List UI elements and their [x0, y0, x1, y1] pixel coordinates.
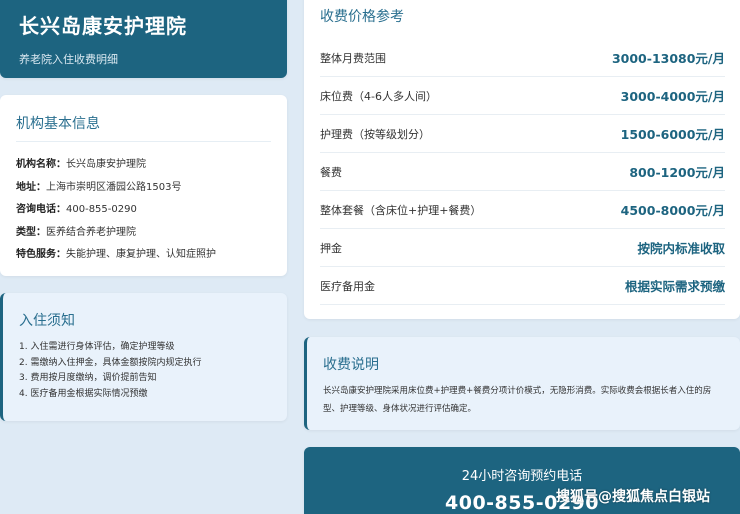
list-item: 1. 入住需进行身体评估，确定护理等级 [19, 342, 175, 352]
fee-value: 4500-8000元/月 [620, 203, 725, 218]
page-title: 长兴岛康安护理院 [19, 14, 187, 38]
info-row-type: 类型：医养结合养老护理院 [16, 222, 271, 245]
fee-value: 3000-13080元/月 [611, 51, 725, 66]
info-key: 机构名称： [16, 159, 66, 170]
fee-reference-card: 收费价格参考 整体月费范围 3000-13080元/月 床位费（4-6人多人间） 3… [304, 0, 740, 319]
info-value: 上海市崇明区潘园公路1503号 [46, 181, 182, 193]
fee-label: 整体套餐（含床位+护理+餐费） [320, 203, 482, 217]
info-key: 特色服务： [16, 249, 66, 260]
fee-label: 医疗备用金 [320, 279, 375, 293]
phone-title: 24小时咨询预约电话 [461, 469, 583, 484]
fee-row: 床位费（4-6人多人间） 3000-4000元/月 [320, 77, 725, 115]
fee-value: 3000-4000元/月 [620, 89, 725, 104]
info-value: 医养结合养老护理院 [46, 226, 136, 238]
info-row-name: 机构名称：长兴岛康安护理院 [16, 154, 271, 177]
page-subtitle: 养老院入住收费明细 [19, 53, 118, 66]
fee-value: 1500-6000元/月 [620, 127, 725, 142]
basic-info-title: 机构基本信息 [16, 113, 271, 142]
fee-row: 整体套餐（含床位+护理+餐费） 4500-8000元/月 [320, 191, 725, 229]
fee-table: 整体月费范围 3000-13080元/月 床位费（4-6人多人间） 3000-400… [320, 39, 725, 305]
fee-label: 整体月费范围 [320, 51, 386, 65]
info-value: 失能护理、康复护理、认知症照护 [66, 249, 216, 260]
fee-row: 押金 按院内标准收取 [320, 229, 725, 267]
info-key: 类型： [16, 226, 46, 238]
admission-notice-list: 1. 入住需进行身体评估，确定护理等级 2. 需缴纳入住押金，具体金额按院内规定… [19, 340, 271, 402]
list-item: 4. 医疗备用金根据实际情况预缴 [19, 388, 148, 399]
fee-note-text: 长兴岛康安护理院采用床位费+护理费+餐费分项计价模式，无隐形消费。实际收费会根据… [323, 386, 712, 414]
fee-row: 医疗备用金 根据实际需求预缴 [320, 267, 725, 305]
fee-label: 押金 [320, 241, 342, 255]
info-key: 地址： [16, 181, 46, 193]
fee-row: 餐费 800-1200元/月 [320, 153, 725, 191]
fee-value: 按院内标准收取 [637, 241, 725, 256]
fee-value: 根据实际需求预缴 [624, 279, 725, 294]
fee-note-title: 收费说明 [323, 357, 379, 373]
admission-notice-title: 入住须知 [19, 313, 75, 329]
list-item: 3. 费用按月度缴纳，调价提前告知 [19, 373, 157, 383]
watermark: 搜狐号@搜狐焦点白银站 [556, 489, 710, 505]
info-row-address: 地址：上海市崇明区潘园公路1503号 [16, 177, 271, 200]
info-value: 400-855-0290 [66, 204, 137, 215]
fee-row: 整体月费范围 3000-13080元/月 [320, 39, 725, 77]
fee-row: 护理费（按等级划分） 1500-6000元/月 [320, 115, 725, 153]
fee-label: 餐费 [320, 165, 342, 179]
info-value: 长兴岛康安护理院 [66, 159, 146, 170]
fee-label: 床位费（4-6人多人间） [320, 89, 437, 103]
admission-notice-card: 入住须知 1. 入住需进行身体评估，确定护理等级 2. 需缴纳入住押金，具体金额… [0, 293, 287, 421]
info-row-phone: 咨询电话：400-855-0290 [16, 199, 271, 222]
fee-note-card: 收费说明 长兴岛康安护理院采用床位费+护理费+餐费分项计价模式，无隐形消费。实际… [304, 337, 740, 430]
info-key: 咨询电话： [16, 204, 66, 215]
info-row-services: 特色服务：失能护理、康复护理、认知症照护 [16, 244, 271, 267]
fee-value: 800-1200元/月 [629, 165, 725, 180]
list-item: 2. 需缴纳入住押金，具体金额按院内规定执行 [19, 357, 202, 368]
header-card: 长兴岛康安护理院 养老院入住收费明细 [0, 0, 287, 78]
basic-info-card: 机构基本信息 机构名称：长兴岛康安护理院 地址：上海市崇明区潘园公路1503号 … [0, 95, 287, 276]
fee-label: 护理费（按等级划分） [320, 127, 430, 141]
basic-info-list: 机构名称：长兴岛康安护理院 地址：上海市崇明区潘园公路1503号 咨询电话：40… [16, 154, 271, 267]
fee-reference-title: 收费价格参考 [320, 9, 404, 25]
